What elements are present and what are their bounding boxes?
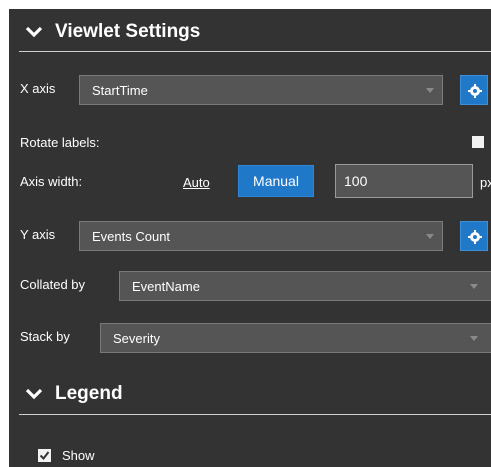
chevron-down-icon [426,234,434,239]
manual-button[interactable]: Manual [238,165,314,197]
stack-by-label: Stack by [20,329,70,344]
y-axis-settings-button[interactable] [460,221,488,251]
axis-width-unit: px [480,175,491,190]
chevron-down-icon[interactable] [25,387,43,401]
x-axis-label: X axis [20,81,56,96]
show-legend-checkbox[interactable] [38,449,51,462]
section-title: Legend [55,383,123,404]
viewlet-settings-header[interactable]: Viewlet Settings [9,13,491,51]
y-axis-value: Events Count [92,229,171,244]
rotate-labels-label: Rotate labels: [20,135,100,150]
gear-icon [468,230,482,244]
x-axis-settings-button[interactable] [460,75,488,105]
divider [19,51,491,52]
gear-icon [468,84,482,98]
manual-button-label: Manual [253,173,299,189]
chevron-down-icon [426,88,434,93]
checkmark-icon [39,451,50,461]
chevron-down-icon[interactable] [25,25,43,39]
rotate-labels-checkbox[interactable] [472,136,484,148]
divider [19,414,491,415]
axis-width-value: 100 [344,173,368,189]
legend-header[interactable]: Legend [9,375,491,413]
collated-by-select[interactable]: EventName [119,271,491,301]
y-axis-label: Y axis [20,227,56,242]
axis-width-input[interactable]: 100 [335,164,473,198]
viewlet-settings-panel: Viewlet Settings X axis StartTime Rotate… [9,9,491,467]
y-axis-select[interactable]: Events Count [79,221,443,251]
x-axis-select[interactable]: StartTime [79,75,443,105]
show-legend-label: Show [62,448,95,463]
x-axis-value: StartTime [92,83,148,98]
auto-link[interactable]: Auto [183,175,210,190]
chevron-down-icon [470,284,478,289]
collated-by-value: EventName [132,279,200,294]
chevron-down-icon [470,336,478,341]
section-title: Viewlet Settings [55,21,201,42]
collated-by-label: Collated by [20,277,86,292]
stack-by-select[interactable]: Severity [100,323,491,353]
axis-width-label: Axis width: [20,174,83,189]
stack-by-value: Severity [113,331,160,346]
